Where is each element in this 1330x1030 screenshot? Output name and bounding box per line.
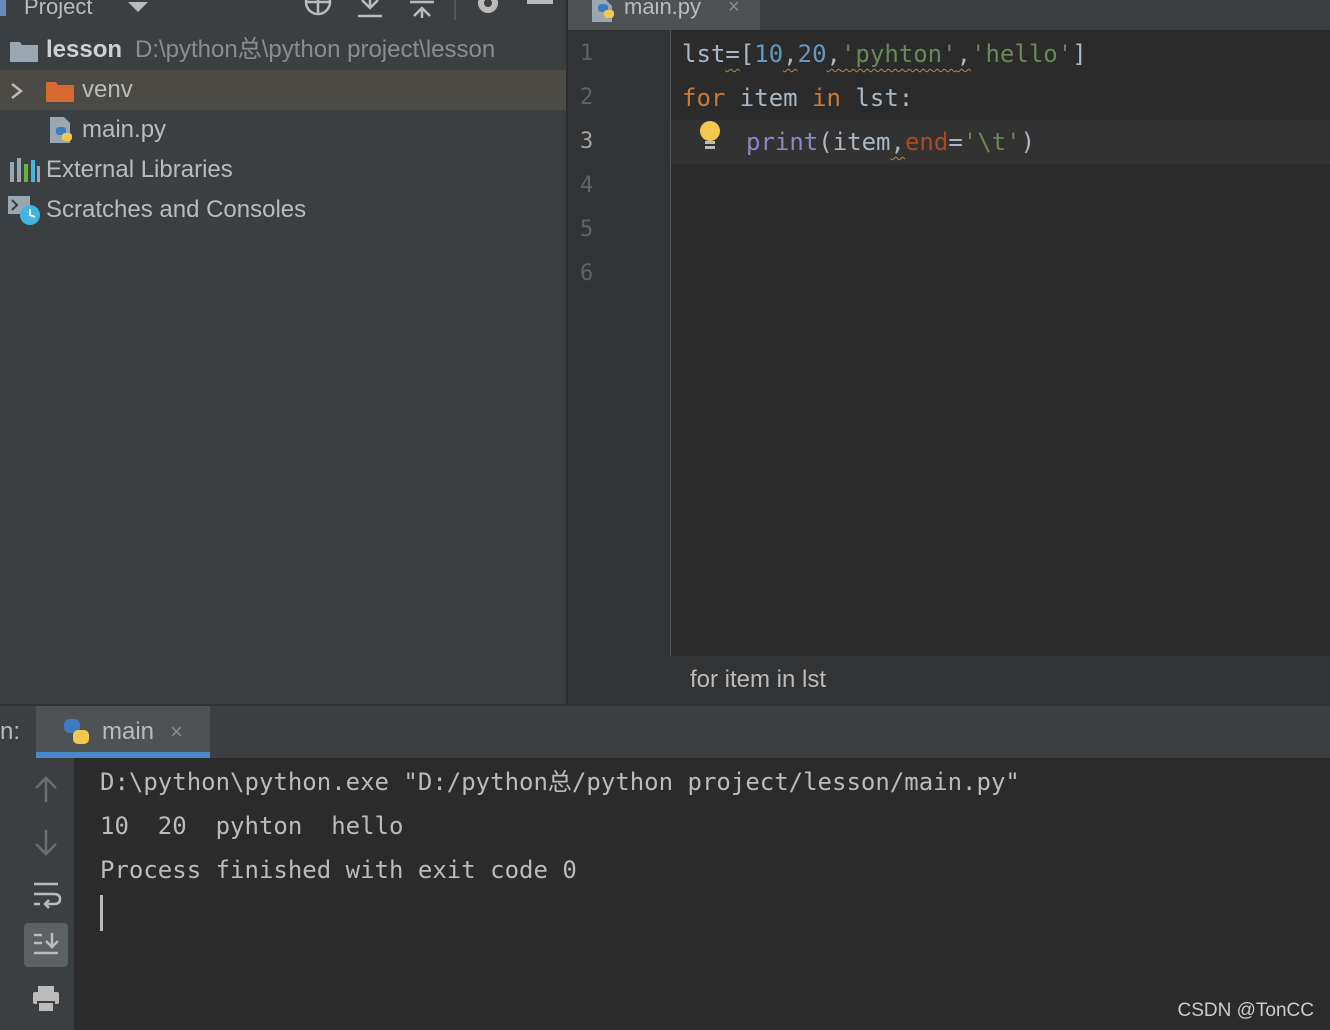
- code-token: ): [1020, 128, 1036, 156]
- console-left-strip: [0, 758, 19, 1030]
- run-tab-label: main: [102, 718, 155, 745]
- code-token: ,: [956, 40, 972, 68]
- lightbulb-icon[interactable]: [698, 121, 722, 151]
- code-token: =: [948, 128, 963, 156]
- code-line-1[interactable]: lst=[10,20,'pyhton','hello']: [682, 32, 1087, 76]
- text-cursor: [100, 895, 103, 931]
- code-token: (item: [818, 128, 891, 156]
- folder-icon: [10, 40, 38, 62]
- code-token: ,: [826, 40, 841, 68]
- line-number-current: 3: [580, 129, 594, 154]
- project-title[interactable]: Project: [24, 0, 92, 22]
- line-number: 2: [580, 85, 594, 110]
- chevron-right-icon[interactable]: [10, 82, 24, 100]
- arrow-up-icon[interactable]: [24, 768, 68, 812]
- tab-main-py[interactable]: main.py ×: [568, 0, 760, 30]
- watermark: CSDN @TonCC: [1177, 1000, 1314, 1021]
- toolbar-divider: [454, 0, 456, 20]
- arrow-down-icon[interactable]: [24, 820, 68, 864]
- print-icon[interactable]: [24, 976, 68, 1020]
- python-icon: [62, 717, 92, 747]
- scroll-to-end-icon[interactable]: [24, 923, 68, 967]
- code-token: lst: [682, 40, 726, 68]
- line-number: 5: [580, 217, 594, 242]
- tree-item-scratches[interactable]: Scratches and Consoles: [0, 190, 566, 230]
- python-file-icon: [48, 117, 78, 145]
- code-token: 20: [797, 40, 827, 68]
- code-token: print: [746, 128, 819, 156]
- library-icon: [10, 158, 40, 182]
- console-line: Process finished with exit code 0: [100, 856, 577, 884]
- breadcrumb[interactable]: for item in lst: [690, 664, 826, 696]
- tab-label: main.py: [624, 0, 702, 19]
- code-token: '\t': [962, 128, 1021, 156]
- project-toolbar: Project: [0, 0, 566, 30]
- minimize-icon[interactable]: [527, 0, 553, 4]
- locate-icon[interactable]: [304, 0, 332, 20]
- code-line-2[interactable]: for item in lst:: [682, 76, 913, 120]
- code-token: ,: [783, 40, 798, 68]
- gear-icon[interactable]: [475, 0, 501, 20]
- tree-item-path: D:\python总\python project\lesson: [135, 36, 496, 63]
- code-token: =: [725, 40, 740, 68]
- code-line-3[interactable]: print(item,end='\t'): [746, 120, 1035, 164]
- code-token: 'hello': [971, 40, 1073, 68]
- code-token: item: [725, 84, 813, 112]
- tree-item-label: External Libraries: [46, 156, 233, 183]
- tree-item-label: lesson: [46, 36, 123, 63]
- tree-item-external-libraries[interactable]: External Libraries: [0, 150, 566, 190]
- breadcrumb-bar: [568, 656, 1330, 705]
- code-token: for: [682, 84, 726, 112]
- line-number: 1: [580, 41, 594, 66]
- tree-item-label: main.py: [82, 116, 167, 143]
- console-line: 10 20 pyhton hello: [100, 812, 404, 840]
- tree-item-label: venv: [82, 76, 133, 103]
- code-token: end: [904, 128, 949, 156]
- code-token: 10: [754, 40, 784, 68]
- soft-wrap-icon[interactable]: [24, 872, 68, 916]
- line-number: 4: [580, 173, 594, 198]
- collapse-all-icon[interactable]: [357, 0, 383, 20]
- expand-all-icon[interactable]: [409, 0, 435, 20]
- code-token: ,: [890, 128, 905, 156]
- code-token: ]: [1072, 40, 1087, 68]
- code-token: 'pyhton': [840, 40, 957, 68]
- close-icon[interactable]: ×: [170, 716, 183, 748]
- code-token: lst:: [840, 84, 914, 112]
- code-token: in: [812, 84, 841, 112]
- code-token: [: [739, 40, 755, 68]
- run-label: n:: [0, 718, 21, 745]
- folder-icon: [46, 80, 74, 102]
- tree-item-venv[interactable]: venv: [0, 70, 566, 110]
- close-icon[interactable]: ×: [728, 0, 740, 22]
- console-line: D:\python\python.exe "D:/python总/python …: [100, 768, 1020, 796]
- tree-item-main-py[interactable]: main.py: [0, 110, 566, 150]
- project-view-icon: [0, 0, 6, 16]
- tree-item-label: Scratches and Consoles: [46, 196, 307, 223]
- python-file-icon: [590, 0, 618, 22]
- scratches-icon: [8, 196, 42, 226]
- chevron-down-icon[interactable]: [128, 0, 148, 12]
- line-number: 6: [580, 261, 594, 286]
- run-tab-main[interactable]: main ×: [36, 706, 210, 758]
- tree-item-lesson[interactable]: lesson D:\python总\python project\lesson: [0, 30, 566, 70]
